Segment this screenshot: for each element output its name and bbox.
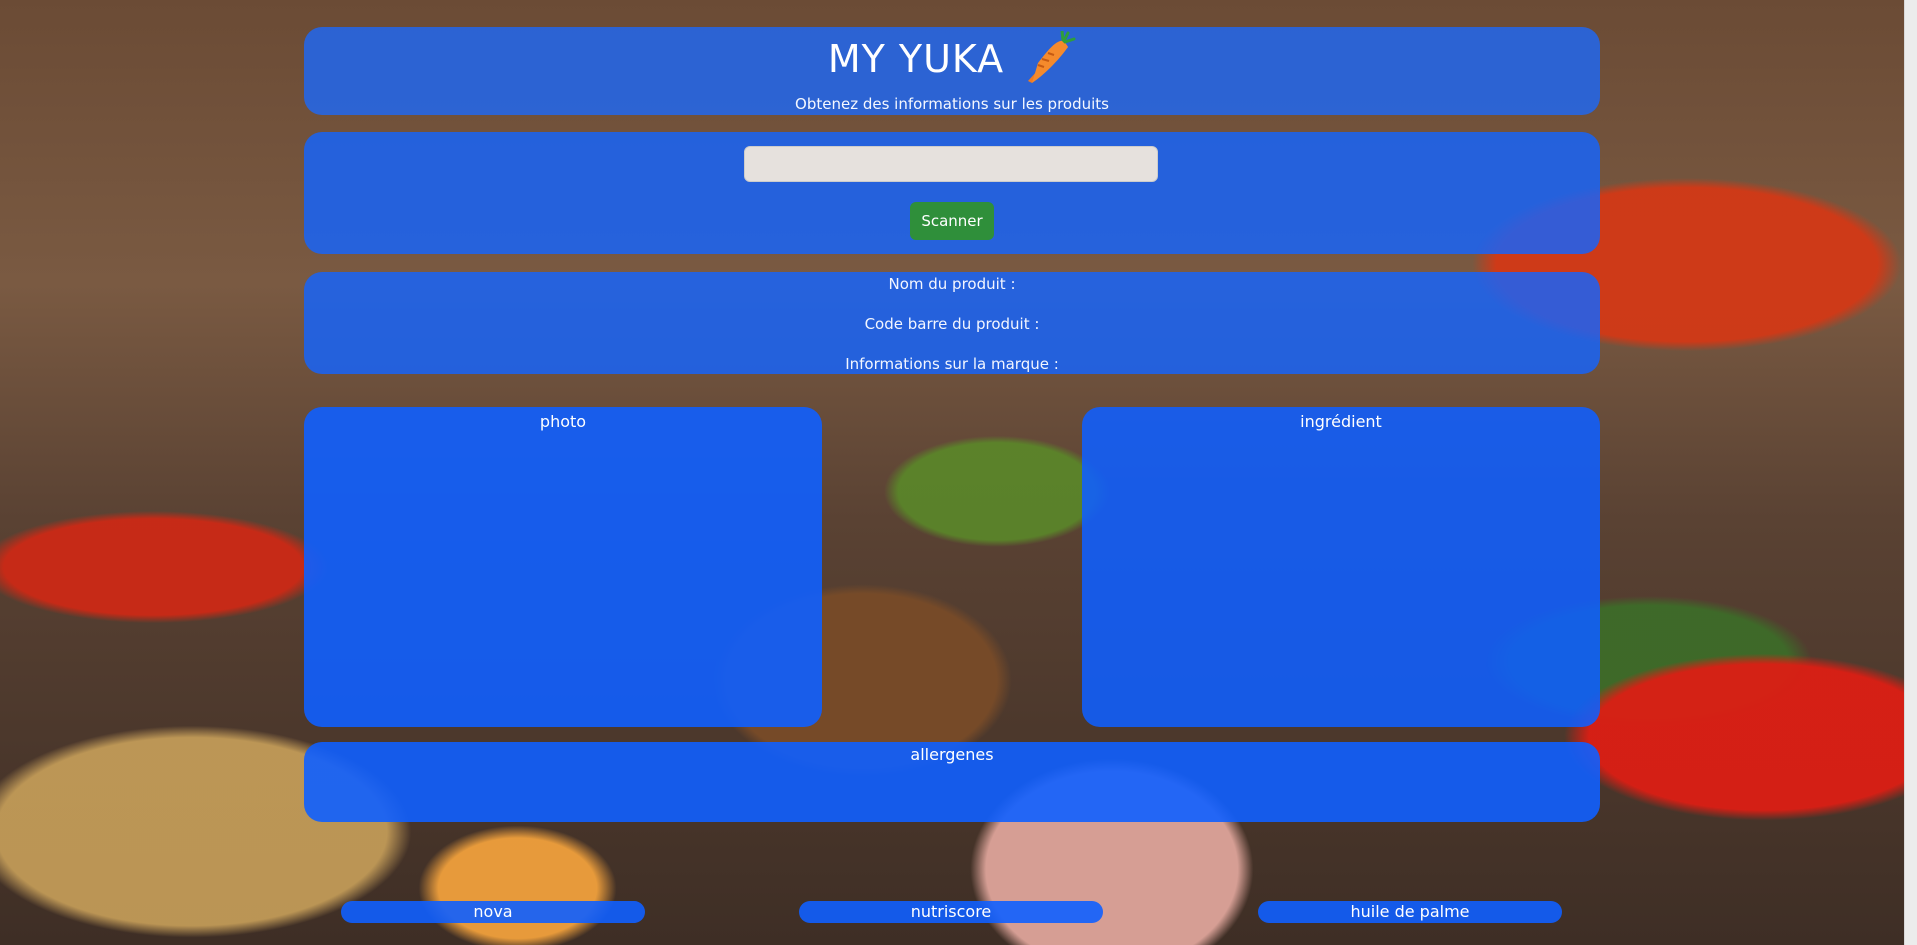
allergens-label: allergenes: [910, 745, 994, 764]
product-barcode-label: Code barre du produit :: [864, 315, 1040, 333]
scan-panel: Scanner: [304, 132, 1600, 254]
barcode-input[interactable]: [744, 146, 1158, 182]
page-title: MY YUKA: [827, 37, 1005, 81]
scanner-button[interactable]: Scanner: [910, 202, 994, 240]
carrot-icon: [1028, 31, 1076, 83]
brand-info-label: Informations sur la marque :: [845, 355, 1059, 373]
ingredients-panel: ingrédient: [1082, 407, 1600, 727]
product-info-panel: Nom du produit : Code barre du produit :…: [304, 272, 1600, 374]
page-subtitle: Obtenez des informations sur les produit…: [795, 95, 1109, 113]
nutriscore-badge: nutriscore: [799, 901, 1103, 923]
allergens-panel: allergenes: [304, 742, 1600, 822]
page-title-row: MY YUKA: [304, 31, 1600, 87]
palm-oil-badge: huile de palme: [1258, 901, 1562, 923]
photo-label: photo: [539, 412, 587, 431]
page-scrollbar[interactable]: [1904, 0, 1917, 945]
nova-badge: nova: [341, 901, 645, 923]
photo-panel: photo: [304, 407, 822, 727]
header-panel: MY YUKA Obtenez des informations sur les…: [304, 27, 1600, 115]
ingredients-label: ingrédient: [1300, 412, 1382, 431]
product-name-label: Nom du produit :: [888, 275, 1016, 293]
